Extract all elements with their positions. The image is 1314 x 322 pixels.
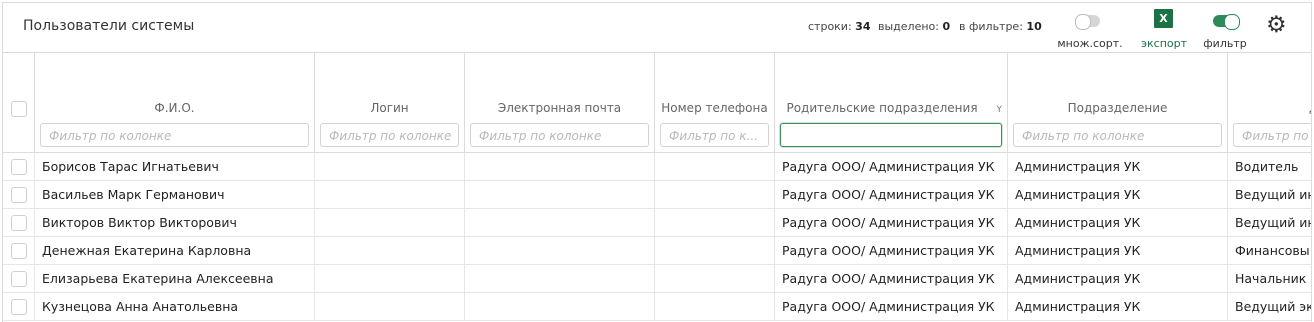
table-row[interactable]: Денежная Екатерина Карловна Радуга ООО/ А… <box>3 237 1311 265</box>
selected-count: 0 <box>942 20 951 33</box>
cell-login <box>315 265 465 293</box>
cell-email <box>465 237 655 265</box>
table-row[interactable]: Елизарьева Екатерина Алексеевна Радуга ОО… <box>3 265 1311 293</box>
stats-filtered: в фильтре: 10 <box>959 20 1042 33</box>
header-phone[interactable]: Номер телефона Фильтр по к... <box>655 53 775 153</box>
cell-email <box>465 265 655 293</box>
filter-input-fio[interactable]: Фильтр по колонке <box>40 123 309 147</box>
cell-department: Администрация УК <box>1008 265 1228 293</box>
cell-login <box>315 293 465 321</box>
table-row[interactable]: Викторов Виктор Викторович Радуга ООО/ Ад… <box>3 209 1311 237</box>
cell-position: Финансовы <box>1235 243 1310 258</box>
cell-phone <box>655 209 775 237</box>
rows-count: 34 <box>855 20 871 33</box>
cell-position: Ведущий эк <box>1235 299 1312 314</box>
header-fio[interactable]: Ф.И.О. Фильтр по колонке <box>35 53 315 153</box>
cell-parent-departments: Радуга ООО/ Администрация УК <box>775 153 1008 181</box>
row-select-cell <box>3 209 35 237</box>
cell-department: Администрация УК <box>1008 237 1228 265</box>
users-table: Ф.И.О. Фильтр по колонке Логин Фильтр по… <box>3 53 1311 322</box>
cell-position: Начальник <box>1235 271 1307 286</box>
header-email[interactable]: Электронная почта Фильтр по колонке <box>465 53 655 153</box>
filter-input-login[interactable]: Фильтр по колонке <box>320 123 459 147</box>
cell-fio: Елизарьева Екатерина Алексеевна <box>35 265 315 293</box>
cell-department: Администрация УК <box>1008 153 1228 181</box>
header-parent-departments[interactable]: Родительские подразделения Y <box>775 53 1008 153</box>
cell-phone <box>655 265 775 293</box>
filter-input-email[interactable]: Фильтр по колонке <box>470 123 649 147</box>
cell-parent-departments: Радуга ООО/ Администрация УК <box>775 237 1008 265</box>
cell-parent-departments: Радуга ООО/ Администрация УК <box>775 293 1008 321</box>
cell-department: Администрация УК <box>1008 293 1228 321</box>
filter-input-phone[interactable]: Фильтр по к... <box>660 123 769 147</box>
filter-input-position[interactable]: Фильтр по <box>1233 123 1311 147</box>
row-checkbox[interactable] <box>11 299 27 315</box>
cell-fio: Викторов Виктор Викторович <box>35 209 315 237</box>
header-select-all <box>3 53 35 153</box>
row-select-cell <box>3 153 35 181</box>
filter-toggle[interactable]: фильтр <box>1203 9 1247 53</box>
cell-phone <box>655 293 775 321</box>
cell-parent-departments: Радуга ООО/ Администрация УК <box>775 265 1008 293</box>
multisort-toggle[interactable]: множ.сорт. <box>1057 9 1123 53</box>
header-department[interactable]: Подразделение Фильтр по колонке <box>1008 53 1228 153</box>
row-select-cell <box>3 237 35 265</box>
cell-email <box>465 181 655 209</box>
row-select-cell <box>3 181 35 209</box>
cell-login <box>315 237 465 265</box>
cell-position: Ведущий ин <box>1235 187 1312 202</box>
cell-phone <box>655 237 775 265</box>
cell-login <box>315 153 465 181</box>
filter-input-parent-departments[interactable] <box>780 123 1002 147</box>
table-row[interactable]: Борисов Тарас Игнатьевич Радуга ООО/ Адми… <box>3 153 1311 181</box>
cell-fio: Кузнецова Анна Анатольевна <box>35 293 315 321</box>
row-checkbox[interactable] <box>11 243 27 259</box>
cell-parent-departments: Радуга ООО/ Администрация УК <box>775 181 1008 209</box>
row-checkbox[interactable] <box>11 159 27 175</box>
select-all-checkbox[interactable] <box>11 101 27 117</box>
filter-input-department[interactable]: Фильтр по колонке <box>1013 123 1222 147</box>
excel-icon: X <box>1154 9 1173 28</box>
cell-position: Ведущий ин <box>1235 215 1312 230</box>
header-login[interactable]: Логин Фильтр по колонке <box>315 53 465 153</box>
table-row[interactable]: Васильев Марк Германович Радуга ООО/ Адми… <box>3 181 1311 209</box>
cell-fio: Васильев Марк Германович <box>35 181 315 209</box>
multisort-switch[interactable] <box>1075 14 1100 30</box>
filtered-count: 10 <box>1026 20 1042 33</box>
filter-switch[interactable] <box>1213 14 1240 30</box>
cell-email <box>465 293 655 321</box>
cell-fio: Денежная Екатерина Карловна <box>35 237 315 265</box>
toolbar: Пользователи системы строки: 34 выделено… <box>3 3 1311 53</box>
cell-login <box>315 181 465 209</box>
cell-login <box>315 209 465 237</box>
cell-email <box>465 209 655 237</box>
stats-selected: выделено: 0 <box>878 20 951 33</box>
users-panel: Пользователи системы строки: 34 выделено… <box>2 2 1312 322</box>
row-select-cell <box>3 293 35 321</box>
cell-department: Администрация УК <box>1008 181 1228 209</box>
cell-fio: Борисов Тарас Игнатьевич <box>35 153 315 181</box>
cell-department: Администрация УК <box>1008 209 1228 237</box>
cell-position: Водитель <box>1235 159 1299 174</box>
row-checkbox[interactable] <box>11 187 27 203</box>
table-row[interactable]: Кузнецова Анна Анатольевна Радуга ООО/ Ад… <box>3 293 1311 321</box>
gear-icon[interactable]: ⚙ <box>1266 14 1287 37</box>
row-select-cell <box>3 265 35 293</box>
cell-phone <box>655 153 775 181</box>
cell-email <box>465 153 655 181</box>
cell-phone <box>655 181 775 209</box>
cell-parent-departments: Радуга ООО/ Администрация УК <box>775 209 1008 237</box>
filter-active-icon: Y <box>996 105 1003 115</box>
stats-rows: строки: 34 <box>808 20 871 33</box>
row-checkbox[interactable] <box>11 271 27 287</box>
header-position[interactable]: Д Фильтр по <box>1228 53 1311 153</box>
row-checkbox[interactable] <box>11 215 27 231</box>
export-button[interactable]: X экспорт <box>1140 9 1188 53</box>
page-title: Пользователи системы <box>23 18 195 34</box>
